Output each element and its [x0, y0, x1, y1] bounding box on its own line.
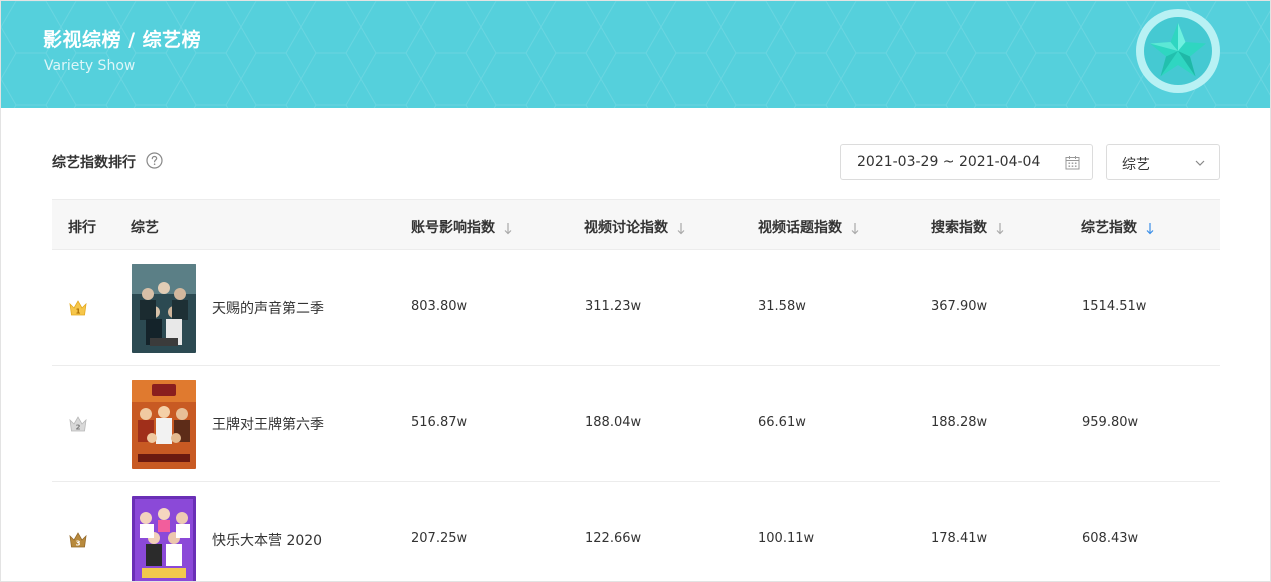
video-discussion-value: 188.04w: [585, 415, 642, 430]
column-header-rank: 排行: [68, 220, 96, 236]
column-header-label: 搜索指数: [931, 220, 987, 236]
column-header-label: 视频话题指数: [758, 220, 842, 236]
sort-down-icon: [504, 223, 512, 235]
account-influence-value: 803.80w: [411, 299, 468, 314]
column-header-video-topic[interactable]: 视频话题指数: [758, 217, 860, 237]
column-header-show: 综艺: [131, 220, 159, 236]
variety-index-value: 959.80w: [1082, 415, 1139, 430]
question-circle-icon[interactable]: [146, 152, 163, 169]
account-influence-value: 516.87w: [411, 415, 468, 430]
column-header-variety-index[interactable]: 综艺指数: [1081, 217, 1155, 237]
variety-index-value: 1514.51w: [1082, 299, 1147, 314]
show-poster[interactable]: [132, 496, 196, 581]
search-value: 188.28w: [931, 415, 988, 430]
calendar-icon: [1065, 156, 1080, 170]
show-name[interactable]: 王牌对王牌第六季: [212, 414, 324, 434]
video-topic-value: 31.58w: [758, 299, 806, 314]
svg-text:3: 3: [76, 540, 81, 548]
section-title: 综艺指数排行: [52, 155, 136, 171]
sort-down-icon: [677, 223, 685, 235]
column-header-label: 视频讨论指数: [584, 220, 668, 236]
sort-down-icon: [851, 223, 859, 235]
page: 影视综榜 / 综艺榜 Variety Show 综艺指数排行 2021-03-2…: [0, 0, 1271, 582]
table-row[interactable]: 2 王牌对王牌第六季 516.87w 188.04w 66.61w 188.28…: [52, 366, 1220, 482]
table-header: 排行 综艺 账号影响指数 视频讨论指数 视频话题指数 搜索指数 综艺指数: [52, 199, 1220, 250]
svg-text:1: 1: [76, 308, 81, 316]
account-influence-value: 207.25w: [411, 531, 468, 546]
page-subtitle: Variety Show: [44, 58, 136, 74]
video-discussion-value: 122.66w: [585, 531, 642, 546]
ranking-table: 排行 综艺 账号影响指数 视频讨论指数 视频话题指数 搜索指数 综艺指数 1 天…: [52, 199, 1220, 581]
column-header-label: 综艺指数: [1081, 220, 1137, 236]
show-name[interactable]: 快乐大本营 2020: [212, 530, 322, 550]
bronze-crown-3-icon: 3: [69, 532, 87, 548]
svg-text:2: 2: [76, 424, 81, 432]
chevron-down-icon: [1195, 160, 1205, 166]
star-icon: [1136, 9, 1220, 93]
sort-down-active-icon: [1146, 223, 1154, 235]
video-topic-value: 66.61w: [758, 415, 806, 430]
show-name[interactable]: 天赐的声音第二季: [212, 298, 324, 318]
show-poster[interactable]: [132, 380, 196, 469]
column-header-search[interactable]: 搜索指数: [931, 217, 1005, 237]
gold-crown-1-icon: 1: [69, 300, 87, 316]
table-row[interactable]: 1 天赐的声音第二季 803.80w 311.23w 31.58w 367.90…: [52, 250, 1220, 366]
video-discussion-value: 311.23w: [585, 299, 642, 314]
video-topic-value: 100.11w: [758, 531, 815, 546]
date-range-picker[interactable]: 2021-03-29 ~ 2021-04-04: [840, 144, 1093, 180]
page-title: 影视综榜 / 综艺榜: [43, 29, 202, 51]
column-header-account-influence[interactable]: 账号影响指数: [411, 217, 513, 237]
sort-down-icon: [996, 223, 1004, 235]
category-select[interactable]: 综艺: [1106, 144, 1220, 180]
header-banner: 影视综榜 / 综艺榜 Variety Show: [1, 1, 1270, 108]
category-select-value: 综艺: [1122, 157, 1150, 173]
date-range-value: 2021-03-29 ~ 2021-04-04: [857, 154, 1041, 170]
silver-crown-2-icon: 2: [69, 416, 87, 432]
show-poster[interactable]: [132, 264, 196, 353]
column-header-label: 账号影响指数: [411, 220, 495, 236]
variety-index-value: 608.43w: [1082, 531, 1139, 546]
hex-pattern-decoration: [1, 1, 1270, 108]
column-header-video-discussion[interactable]: 视频讨论指数: [584, 217, 686, 237]
search-value: 178.41w: [931, 531, 988, 546]
table-row[interactable]: 3 快乐大本营 2020 207.25w 122.66w 100.11w 178…: [52, 482, 1220, 581]
search-value: 367.90w: [931, 299, 988, 314]
